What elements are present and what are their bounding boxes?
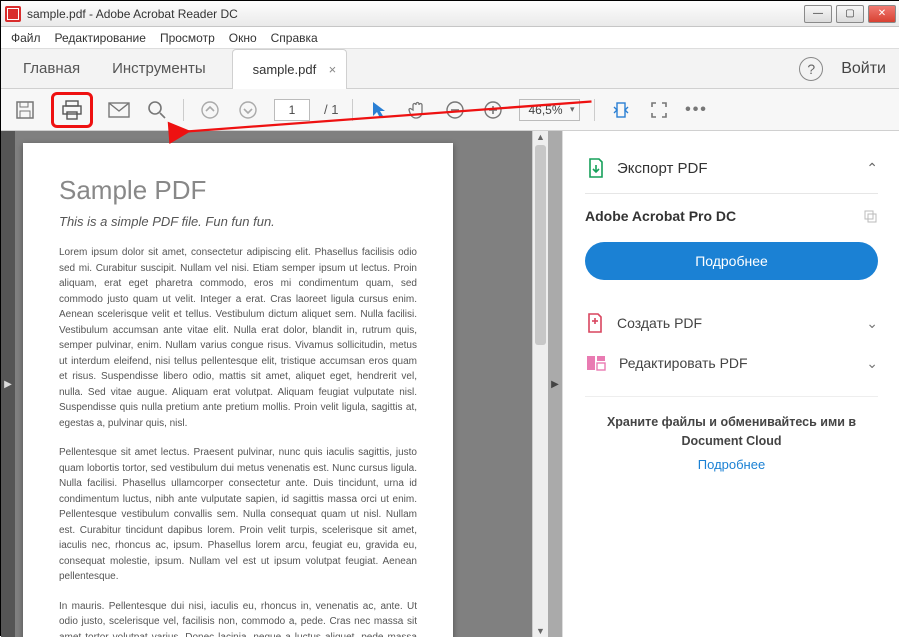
window-title: sample.pdf - Adobe Acrobat Reader DC [27,7,804,21]
nav-pane-toggle[interactable]: ▶ [1,131,15,637]
chevron-down-icon: ⌄ [866,355,878,372]
minimize-button[interactable]: — [804,5,832,23]
panel-edit-pdf[interactable]: Редактировать PDF ⌄ [585,344,878,382]
close-button[interactable]: ✕ [868,5,896,23]
panel-cloud-footer: Храните файлы и обменивайтесь ими в Docu… [585,396,878,488]
tab-home[interactable]: Главная [9,49,94,89]
tab-tools[interactable]: Инструменты [98,49,220,89]
chevron-down-icon: ⌄ [866,315,878,332]
menu-edit[interactable]: Редактирование [55,31,146,45]
panel-edit-label: Редактировать PDF [619,355,748,371]
select-tool-icon[interactable] [367,98,391,122]
titlebar: sample.pdf - Adobe Acrobat Reader DC — ▢… [1,1,899,27]
tab-close-icon[interactable]: × [329,62,337,77]
scrollbar-thumb[interactable] [535,145,546,345]
edit-pdf-icon [585,354,607,372]
chevron-up-icon: ⌃ [866,160,878,177]
save-icon[interactable] [13,98,37,122]
right-panel: Экспорт PDF ⌃ Adobe Acrobat Pro DC Подро… [562,131,899,637]
panel-create-pdf[interactable]: Создать PDF ⌄ [585,302,878,344]
doc-paragraph: In mauris. Pellentesque dui nisi, iaculi… [59,599,417,637]
tools-pane-toggle[interactable]: ▶ [548,131,562,637]
document-area: ▶ Sample PDF This is a simple PDF file. … [1,131,562,637]
print-icon[interactable] [60,98,84,122]
main-area: ▶ Sample PDF This is a simple PDF file. … [1,131,899,637]
more-icon[interactable]: ••• [685,98,709,122]
page-number-input[interactable] [274,99,310,121]
mail-icon[interactable] [107,98,131,122]
fit-width-icon[interactable] [609,98,633,122]
print-button-highlight [51,92,93,128]
panel-pro-title: Adobe Acrobat Pro DC [585,208,878,224]
page-down-icon[interactable] [236,98,260,122]
help-icon[interactable]: ? [799,57,823,81]
create-pdf-icon [585,312,605,334]
search-icon[interactable] [145,98,169,122]
panel-create-label: Создать PDF [617,315,702,331]
cloud-link[interactable]: Подробнее [595,457,868,472]
menu-window[interactable]: Окно [229,31,257,45]
panel-export-pdf[interactable]: Экспорт PDF ⌃ [585,149,878,187]
hand-tool-icon[interactable] [405,98,429,122]
zoom-dropdown[interactable]: 46,5% [519,99,579,121]
menu-view[interactable]: Просмотр [160,31,215,45]
login-button[interactable]: Войти [841,60,892,78]
menubar: Файл Редактирование Просмотр Окно Справк… [1,27,899,49]
menu-file[interactable]: Файл [11,31,41,45]
tab-document-label: sample.pdf [253,62,317,77]
tab-row: Главная Инструменты sample.pdf × ? Войти [1,49,899,89]
copy-icon[interactable] [862,208,878,224]
toolbar: / 1 46,5% ••• [1,89,899,131]
doc-paragraph: Lorem ipsum dolor sit amet, consectetur … [59,245,417,431]
app-icon [5,6,21,22]
tab-document[interactable]: sample.pdf × [232,49,348,89]
zoom-out-icon[interactable] [443,98,467,122]
page-total-label: / 1 [324,102,338,117]
export-icon [585,157,607,179]
pdf-page: Sample PDF This is a simple PDF file. Fu… [23,143,453,637]
maximize-button[interactable]: ▢ [836,5,864,23]
page-up-icon[interactable] [198,98,222,122]
zoom-in-icon[interactable] [481,98,505,122]
doc-subtitle: This is a simple PDF file. Fun fun fun. [59,214,417,229]
more-button[interactable]: Подробнее [585,242,878,280]
zoom-value: 46,5% [528,103,562,117]
doc-paragraph: Pellentesque sit amet lectus. Praesent p… [59,445,417,585]
panel-export-label: Экспорт PDF [617,160,708,177]
vertical-scrollbar[interactable]: ▲ ▼ [532,131,548,637]
cloud-text: Храните файлы и обменивайтесь ими в Docu… [595,413,868,451]
page-viewport[interactable]: Sample PDF This is a simple PDF file. Fu… [15,131,532,637]
doc-heading: Sample PDF [59,175,417,206]
fit-page-icon[interactable] [647,98,671,122]
menu-help[interactable]: Справка [271,31,318,45]
